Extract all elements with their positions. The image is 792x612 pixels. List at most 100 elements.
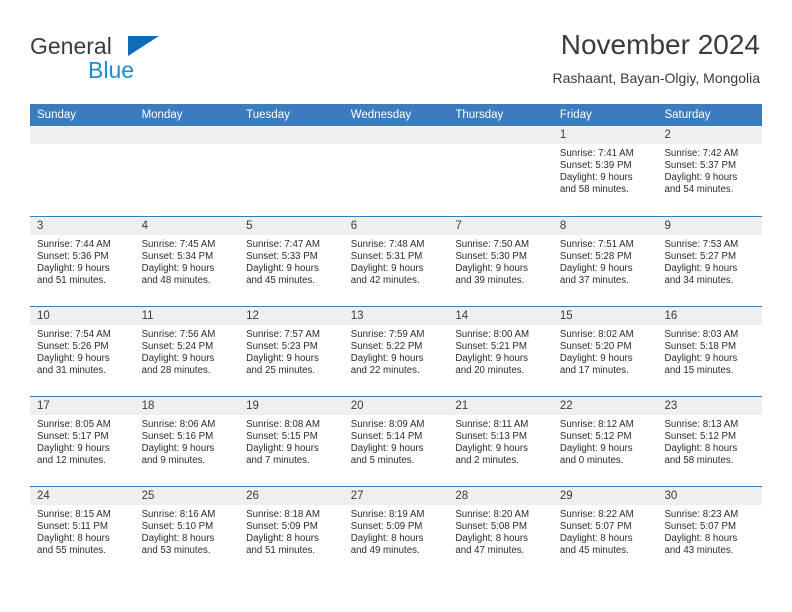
calendar-day-cell[interactable]: 15 Sunrise: 8:02 AM Sunset: 5:20 PM Dayligh… (552, 307, 658, 396)
day-number: 28 (455, 490, 469, 502)
day-info-line: Sunset: 5:23 PM (246, 341, 318, 353)
day-number: 9 (664, 220, 671, 232)
day-info-line: Sunset: 5:12 PM (559, 431, 632, 443)
day-info-line: and 34 minutes. (664, 275, 734, 287)
day-number: 11 (141, 310, 154, 322)
day-number: 20 (350, 400, 364, 412)
day-number: 15 (559, 310, 573, 322)
day-sun-info: Sunrise: 8:09 AM Sunset: 5:14 PM Daylight:… (344, 415, 449, 467)
calendar-day-cell[interactable]: 6 Sunrise: 7:48 AM Sunset: 5:31 PM Daylight… (343, 217, 449, 306)
calendar-day-cell[interactable]: 7 Sunrise: 7:50 AM Sunset: 5:30 PM Daylight… (448, 217, 553, 306)
day-sun-info: Sunrise: 8:18 AM Sunset: 5:09 PM Daylight:… (239, 505, 344, 557)
day-info-line: Sunset: 5:08 PM (455, 521, 527, 533)
calendar-day-cell[interactable]: 20 Sunrise: 8:09 AM Sunset: 5:14 PM Dayligh… (343, 397, 449, 486)
day-info-line: Daylight: 9 hours (141, 263, 215, 275)
day-info-line: Sunset: 5:21 PM (455, 341, 527, 353)
calendar-day-cell[interactable]: 13 Sunrise: 7:59 AM Sunset: 5:22 PM Dayligh… (343, 307, 449, 396)
calendar-day-cell[interactable]: 2 Sunrise: 7:42 AM Sunset: 5:37 PM Daylight… (657, 126, 763, 216)
day-info-line: Sunset: 5:09 PM (350, 521, 423, 533)
calendar-day-cell[interactable]: 16 Sunrise: 8:03 AM Sunset: 5:18 PM Dayligh… (657, 307, 763, 396)
calendar-day-cell[interactable]: 17 Sunrise: 8:05 AM Sunset: 5:17 PM Dayligh… (30, 397, 135, 486)
day-info-line: Sunrise: 8:23 AM (664, 509, 739, 520)
day-info-line: Daylight: 9 hours (246, 263, 319, 275)
day-info-line: Sunset: 5:07 PM (664, 521, 737, 533)
calendar-weeks: 1 Sunrise: 7:41 AM Sunset: 5:39 PM Daylight… (30, 126, 763, 576)
calendar-day-cell[interactable]: 30 Sunrise: 8:23 AM Sunset: 5:07 PM Dayligh… (657, 487, 763, 576)
day-info-line: Daylight: 9 hours (455, 443, 529, 455)
general-blue-logo[interactable]: General Blue (30, 33, 290, 87)
day-info-line: Daylight: 9 hours (37, 353, 110, 365)
weekday-header-wednesday: Wednesday (350, 109, 412, 121)
day-info-line: Sunset: 5:09 PM (246, 521, 318, 533)
calendar-day-cell[interactable]: 21 Sunrise: 8:11 AM Sunset: 5:13 PM Dayligh… (448, 397, 553, 486)
calendar-week-row: 3 Sunrise: 7:44 AM Sunset: 5:36 PM Daylight… (30, 216, 763, 306)
day-number-band: 16 (657, 307, 763, 325)
day-info-line: Daylight: 9 hours (350, 443, 424, 455)
calendar-day-cell[interactable]: 27 Sunrise: 8:19 AM Sunset: 5:09 PM Dayligh… (343, 487, 449, 576)
day-sun-info: Sunrise: 8:06 AM Sunset: 5:16 PM Daylight:… (135, 415, 240, 467)
calendar-day-cell[interactable]: 29 Sunrise: 8:22 AM Sunset: 5:07 PM Dayligh… (552, 487, 658, 576)
calendar-day-cell[interactable]: 5 Sunrise: 7:47 AM Sunset: 5:33 PM Daylight… (239, 217, 344, 306)
calendar-day-cell[interactable]: 18 Sunrise: 8:06 AM Sunset: 5:16 PM Dayligh… (134, 397, 240, 486)
day-info-line: Sunrise: 7:50 AM (455, 239, 530, 250)
day-info-line: Sunrise: 7:53 AM (664, 239, 739, 250)
day-info-line: and 39 minutes. (455, 275, 525, 287)
day-info-line: Sunrise: 8:20 AM (455, 509, 530, 520)
calendar-day-cell[interactable]: 1 Sunrise: 7:41 AM Sunset: 5:39 PM Daylight… (552, 126, 658, 216)
day-info-line: Sunset: 5:15 PM (246, 431, 318, 443)
calendar-day-cell[interactable]: 11 Sunrise: 7:56 AM Sunset: 5:24 PM Dayligh… (134, 307, 240, 396)
day-info-line: Daylight: 8 hours (350, 533, 424, 545)
calendar-day-cell[interactable]: 8 Sunrise: 7:51 AM Sunset: 5:28 PM Daylight… (552, 217, 658, 306)
day-sun-info: Sunrise: 8:02 AM Sunset: 5:20 PM Daylight:… (553, 325, 658, 377)
day-number-band: 4 (134, 217, 240, 235)
day-info-line: Sunset: 5:13 PM (455, 431, 527, 443)
day-sun-info: Sunrise: 8:22 AM Sunset: 5:07 PM Daylight:… (553, 505, 658, 557)
day-info-line: Sunset: 5:18 PM (664, 341, 737, 353)
calendar-day-cell[interactable]: 19 Sunrise: 8:08 AM Sunset: 5:15 PM Dayligh… (239, 397, 344, 486)
day-info-line: Sunrise: 8:05 AM (37, 419, 111, 430)
day-info-line: and 17 minutes. (559, 365, 629, 377)
day-number-band: 21 (448, 397, 553, 415)
day-sun-info: Sunrise: 7:41 AM Sunset: 5:39 PM Daylight:… (553, 144, 658, 196)
day-sun-info: Sunrise: 8:05 AM Sunset: 5:17 PM Daylight:… (30, 415, 135, 467)
day-sun-info: Sunrise: 8:00 AM Sunset: 5:21 PM Daylight:… (448, 325, 553, 377)
calendar-day-cell-empty (448, 126, 553, 216)
day-info-line: and 49 minutes. (350, 545, 420, 557)
calendar-day-cell[interactable]: 23 Sunrise: 8:13 AM Sunset: 5:12 PM Dayligh… (657, 397, 763, 486)
day-info-line: Daylight: 8 hours (559, 533, 633, 545)
day-info-line: and 45 minutes. (246, 275, 316, 287)
day-info-line: Daylight: 9 hours (350, 263, 424, 275)
weekday-header-tuesday: Tuesday (246, 109, 290, 121)
day-info-line: Sunrise: 7:59 AM (350, 329, 425, 340)
calendar-day-cell[interactable]: 24 Sunrise: 8:15 AM Sunset: 5:11 PM Dayligh… (30, 487, 135, 576)
day-info-line: and 2 minutes. (455, 455, 519, 467)
day-info-line: and 0 minutes. (559, 455, 624, 467)
calendar-day-cell[interactable]: 3 Sunrise: 7:44 AM Sunset: 5:36 PM Daylight… (30, 217, 135, 306)
calendar-day-cell[interactable]: 22 Sunrise: 8:12 AM Sunset: 5:12 PM Dayligh… (552, 397, 658, 486)
page-subtitle: Rashaant, Bayan-Olgiy, Mongolia (552, 70, 760, 86)
calendar-day-cell[interactable]: 12 Sunrise: 7:57 AM Sunset: 5:23 PM Dayligh… (239, 307, 344, 396)
day-number: 27 (350, 490, 364, 502)
day-number: 3 (37, 220, 44, 232)
day-number-band: 8 (552, 217, 658, 235)
day-sun-info: Sunrise: 8:20 AM Sunset: 5:08 PM Daylight:… (448, 505, 553, 557)
day-sun-info: Sunrise: 8:23 AM Sunset: 5:07 PM Daylight:… (657, 505, 762, 557)
calendar-day-cell[interactable]: 25 Sunrise: 8:16 AM Sunset: 5:10 PM Dayligh… (134, 487, 240, 576)
calendar-day-cell[interactable]: 14 Sunrise: 8:00 AM Sunset: 5:21 PM Dayligh… (448, 307, 553, 396)
day-info-line: and 55 minutes. (37, 545, 106, 557)
calendar-day-cell[interactable]: 4 Sunrise: 7:45 AM Sunset: 5:34 PM Daylight… (134, 217, 240, 306)
day-number-band: 3 (30, 217, 135, 235)
calendar-day-cell[interactable]: 26 Sunrise: 8:18 AM Sunset: 5:09 PM Dayligh… (239, 487, 344, 576)
day-info-line: Sunrise: 8:15 AM (37, 509, 111, 520)
day-number-band: 5 (239, 217, 344, 235)
day-info-line: Sunset: 5:17 PM (37, 431, 109, 443)
calendar-week-row: 17 Sunrise: 8:05 AM Sunset: 5:17 PM Dayligh… (30, 396, 763, 486)
day-number-band (343, 126, 449, 144)
day-info-line: Sunset: 5:37 PM (664, 160, 737, 172)
calendar-day-cell[interactable]: 28 Sunrise: 8:20 AM Sunset: 5:08 PM Dayligh… (448, 487, 553, 576)
day-number-band (448, 126, 553, 144)
day-number-band (239, 126, 344, 144)
calendar-day-cell[interactable]: 10 Sunrise: 7:54 AM Sunset: 5:26 PM Dayligh… (30, 307, 135, 396)
day-info-line: and 51 minutes. (37, 275, 106, 287)
calendar-day-cell[interactable]: 9 Sunrise: 7:53 AM Sunset: 5:27 PM Daylight… (657, 217, 763, 306)
